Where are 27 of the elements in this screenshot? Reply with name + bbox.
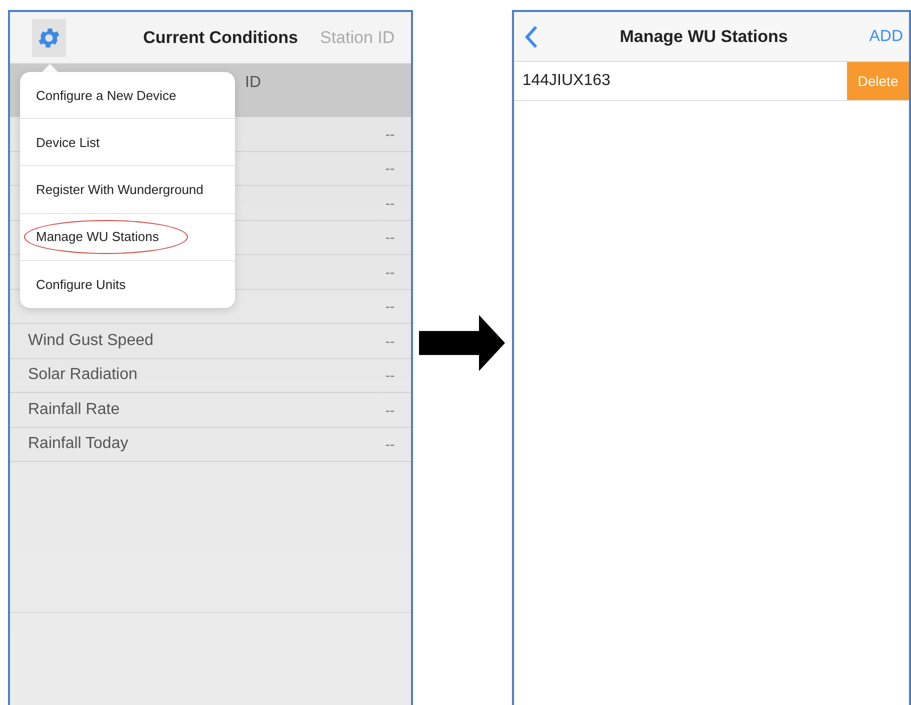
condition-value: -- (385, 126, 395, 142)
back-button[interactable] (524, 24, 538, 48)
screen-title: Current Conditions (143, 28, 298, 48)
back-chevron-icon (524, 24, 538, 48)
menu-item[interactable]: Device List (20, 119, 235, 166)
condition-label: Rainfall Rate (28, 400, 120, 419)
condition-label: Solar Radiation (28, 366, 138, 384)
condition-value: -- (385, 332, 395, 349)
condition-label: Wind Gust Speed (28, 332, 154, 350)
settings-button[interactable] (32, 18, 66, 56)
menu-item[interactable]: Manage WU Stations (20, 214, 235, 261)
condition-value: -- (385, 436, 395, 452)
condition-value: -- (385, 160, 395, 176)
condition-label: Rainfall Today (28, 435, 128, 454)
menu-item[interactable]: Configure a New Device (20, 72, 235, 120)
screen-title: Manage WU Stations (618, 26, 789, 46)
condition-value: -- (385, 367, 395, 384)
condition-value: -- (385, 229, 395, 246)
condition-value: -- (385, 298, 395, 314)
menu-item[interactable]: Configure Units (20, 260, 235, 308)
condition-value: -- (385, 194, 395, 211)
right-arrow-icon (419, 314, 506, 370)
condition-value: -- (385, 402, 395, 418)
station-id: 144JIUX163 (522, 72, 610, 90)
condition-value: -- (385, 264, 395, 280)
menu-item[interactable]: Register With Wunderground (20, 166, 235, 214)
band-text: ID (245, 74, 261, 93)
